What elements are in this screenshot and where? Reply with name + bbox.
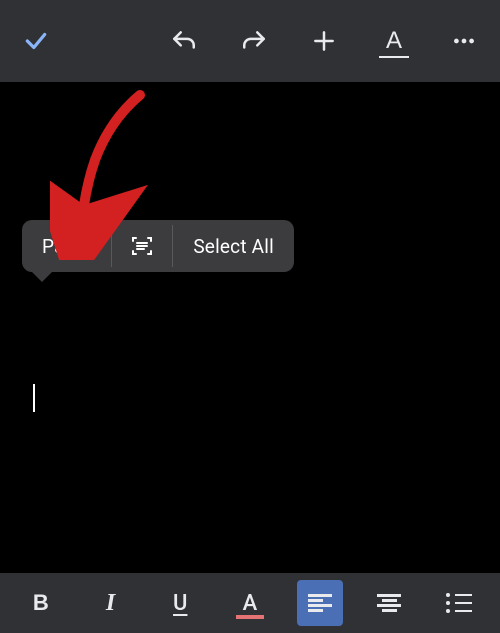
add-button[interactable] <box>306 23 342 59</box>
underline-icon: U <box>173 591 187 616</box>
redo-button[interactable] <box>236 23 272 59</box>
scan-text-icon <box>130 234 154 258</box>
top-toolbar: A <box>0 0 500 82</box>
text-color-glyph: A <box>243 591 258 616</box>
bottom-format-toolbar: B I U A <box>0 573 500 633</box>
align-center-icon <box>377 594 401 612</box>
select-all-label: Select All <box>193 235 274 258</box>
align-left-icon <box>308 594 332 612</box>
top-toolbar-right-group: A <box>166 23 490 59</box>
context-menu: Paste Select All <box>22 220 294 272</box>
align-left-button[interactable] <box>297 580 343 626</box>
select-all-menu-item[interactable]: Select All <box>173 220 294 272</box>
align-center-button[interactable] <box>366 580 412 626</box>
paste-menu-item[interactable]: Paste <box>22 220 111 272</box>
more-button[interactable] <box>446 23 482 59</box>
bulleted-list-button[interactable] <box>436 580 482 626</box>
text-cursor <box>33 384 35 412</box>
plus-icon <box>311 28 337 54</box>
top-toolbar-left-group <box>10 23 54 59</box>
text-format-icon: A <box>380 27 408 55</box>
text-color-underline <box>236 615 264 619</box>
bulleted-list-icon <box>446 593 472 613</box>
text-color-button[interactable]: A <box>227 580 273 626</box>
done-button[interactable] <box>18 23 54 59</box>
redo-icon <box>241 28 267 54</box>
text-color-icon: A <box>236 589 264 617</box>
undo-icon <box>171 28 197 54</box>
more-horizontal-icon <box>451 28 477 54</box>
text-format-glyph: A <box>386 29 402 53</box>
text-format-underline <box>379 56 409 59</box>
undo-button[interactable] <box>166 23 202 59</box>
context-menu-callout <box>32 272 52 282</box>
bold-button[interactable]: B <box>18 580 64 626</box>
check-icon <box>23 28 49 54</box>
underline-button[interactable]: U <box>157 580 203 626</box>
text-format-button[interactable]: A <box>376 23 412 59</box>
bold-icon: B <box>33 592 49 614</box>
scan-text-menu-item[interactable] <box>112 220 172 272</box>
italic-icon: I <box>106 591 115 615</box>
document-editor-area[interactable] <box>0 82 500 573</box>
paste-label: Paste <box>42 235 91 258</box>
italic-button[interactable]: I <box>88 580 134 626</box>
